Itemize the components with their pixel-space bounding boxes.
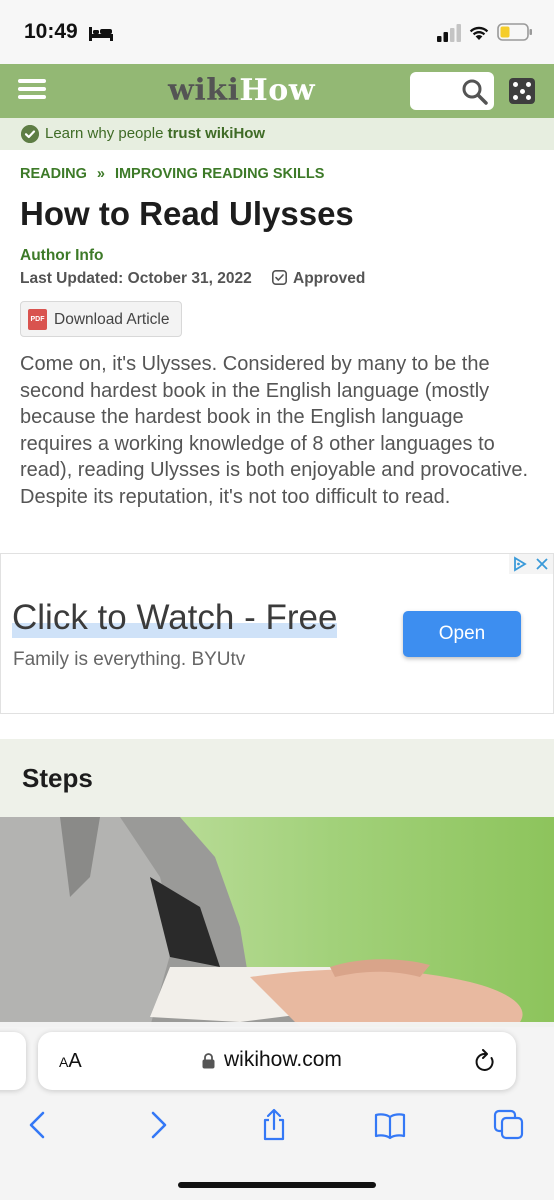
- trust-text: Learn why people: [45, 125, 168, 142]
- step-illustration-art: [0, 817, 554, 1027]
- text-size-large-a: A: [68, 1050, 82, 1072]
- address-bar[interactable]: AA wikihow.com: [38, 1032, 516, 1090]
- article-intro: Come on, it's Ulysses. Considered by man…: [20, 353, 529, 508]
- logo-wiki-text: wiki: [168, 73, 240, 108]
- pdf-icon: PDF: [28, 309, 47, 330]
- hamburger-menu-icon[interactable]: [18, 79, 46, 103]
- search-box[interactable]: [410, 72, 494, 110]
- wikihow-logo[interactable]: wikiHow: [168, 73, 315, 108]
- breadcrumb: READING » IMPROVING READING SKILLS: [20, 166, 324, 182]
- battery-icon: [497, 23, 532, 41]
- back-icon[interactable]: [22, 1108, 54, 1142]
- breadcrumb-improving-reading-skills[interactable]: IMPROVING READING SKILLS: [115, 166, 324, 182]
- trust-bar[interactable]: Learn why people trust wikiHow: [0, 118, 554, 150]
- trust-emphasis: trust wikiHow: [167, 125, 266, 142]
- logo-how-text: How: [239, 73, 316, 108]
- forward-icon[interactable]: [142, 1108, 174, 1142]
- previous-tab-card[interactable]: [0, 1032, 26, 1090]
- breadcrumb-reading[interactable]: READING: [20, 166, 87, 182]
- tabs-icon[interactable]: [493, 1108, 525, 1142]
- text-size-small-a: A: [59, 1054, 69, 1070]
- download-article-label: Download Article: [54, 311, 170, 328]
- advertisement[interactable]: Click to Watch - Free Family is everythi…: [0, 553, 554, 714]
- status-bar: 10:49: [0, 0, 554, 64]
- download-article-button[interactable]: PDF Download Article: [20, 301, 182, 337]
- text-size-button[interactable]: AA: [59, 1050, 82, 1073]
- author-info-link[interactable]: Author Info: [20, 247, 104, 265]
- verified-check-icon: [21, 125, 39, 143]
- ad-headline[interactable]: Click to Watch - Free: [12, 598, 338, 638]
- share-icon[interactable]: [258, 1108, 290, 1142]
- cellular-signal-icon: [437, 24, 461, 42]
- lock-icon: [202, 1053, 215, 1069]
- trust-link[interactable]: Learn why people trust wikiHow: [45, 125, 265, 142]
- wifi-icon: [469, 26, 489, 40]
- approved-check-icon: [272, 270, 287, 285]
- approved-badge[interactable]: Approved: [272, 270, 365, 288]
- steps-heading: Steps: [22, 763, 93, 793]
- reload-icon[interactable]: [474, 1049, 496, 1073]
- status-time: 10:49: [24, 20, 78, 43]
- home-indicator: [178, 1182, 376, 1188]
- search-icon[interactable]: [461, 78, 488, 105]
- steps-section-header: Steps: [0, 739, 554, 817]
- step-illustration-image[interactable]: [0, 817, 554, 1027]
- article-title: How to Read Ulysses: [20, 195, 354, 232]
- ad-subline: Family is everything. BYUtv: [13, 649, 246, 670]
- safari-toolbar: AA wikihow.com: [0, 1022, 554, 1200]
- breadcrumb-separator: »: [96, 166, 105, 182]
- bookmarks-icon[interactable]: [374, 1108, 406, 1142]
- ad-open-button[interactable]: Open: [403, 611, 521, 657]
- random-article-dice-icon[interactable]: [509, 78, 535, 104]
- sleep-focus-icon: [89, 27, 113, 41]
- last-updated: Last Updated: October 31, 2022: [20, 270, 252, 287]
- site-header: wikiHow: [0, 64, 554, 118]
- url-text[interactable]: wikihow.com: [224, 1048, 342, 1072]
- approved-label: Approved: [293, 270, 366, 287]
- adchoices-icon[interactable]: [509, 554, 553, 574]
